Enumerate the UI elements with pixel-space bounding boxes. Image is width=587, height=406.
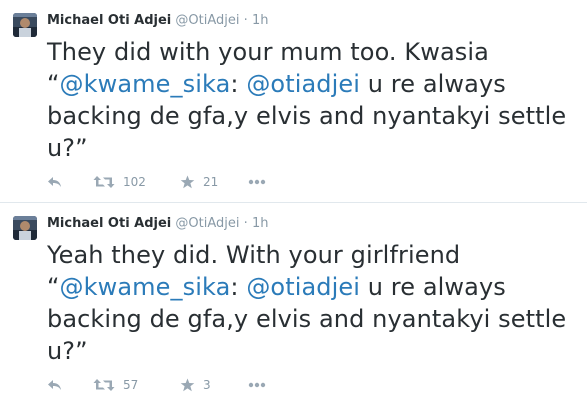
tweet-header: Michael Oti Adjei @OtiAdjei · 1h [47, 216, 268, 232]
user-handle[interactable]: @OtiAdjei [175, 13, 239, 28]
retweet-button[interactable]: 102 [93, 172, 146, 192]
mention-link[interactable]: @kwame_sika [60, 273, 231, 301]
user-name[interactable]: Michael Oti Adjei [47, 216, 171, 231]
timestamp[interactable]: 1h [252, 13, 269, 28]
reply-icon [48, 380, 61, 390]
more-icon [248, 179, 266, 185]
tweet-header: Michael Oti Adjei @OtiAdjei · 1h [47, 13, 268, 29]
tweet[interactable]: Michael Oti Adjei @OtiAdjei · 1h They di… [0, 0, 587, 203]
time-separator: · [243, 13, 248, 28]
user-name[interactable]: Michael Oti Adjei [47, 13, 171, 28]
tweet-text-mid: : [230, 273, 247, 301]
tweet-text: They did with your mum too. Kwasia “@kwa… [47, 36, 579, 164]
more-icon [248, 382, 266, 388]
retweet-count: 102 [123, 175, 146, 189]
reply-icon [48, 177, 61, 187]
reply-button[interactable] [47, 375, 63, 395]
favorite-count: 21 [203, 175, 219, 189]
more-button[interactable] [248, 375, 266, 395]
retweet-button[interactable]: 57 [93, 375, 138, 395]
retweet-icon [93, 379, 115, 391]
retweet-count: 57 [123, 378, 139, 392]
mention-link[interactable]: @otiadjei [246, 273, 360, 301]
retweet-icon [93, 176, 115, 188]
favorite-count: 3 [203, 378, 211, 392]
time-separator: · [243, 216, 248, 231]
mention-link[interactable]: @kwame_sika [60, 70, 231, 98]
favorite-button[interactable]: 3 [180, 375, 211, 395]
more-button[interactable] [248, 172, 266, 192]
star-icon [180, 378, 195, 392]
tweet-actions: 57 3 [47, 375, 587, 395]
avatar[interactable] [13, 216, 37, 240]
tweet-text: Yeah they did. With your girlfriend “@kw… [47, 239, 579, 367]
reply-button[interactable] [47, 172, 63, 192]
user-handle[interactable]: @OtiAdjei [175, 216, 239, 231]
avatar[interactable] [13, 13, 37, 37]
tweet-actions: 102 21 [47, 172, 587, 192]
tweet-text-mid: : [230, 70, 247, 98]
favorite-button[interactable]: 21 [180, 172, 218, 192]
mention-link[interactable]: @otiadjei [246, 70, 360, 98]
star-icon [180, 175, 195, 189]
timestamp[interactable]: 1h [252, 216, 269, 231]
tweet[interactable]: Michael Oti Adjei @OtiAdjei · 1h Yeah th… [0, 203, 587, 406]
